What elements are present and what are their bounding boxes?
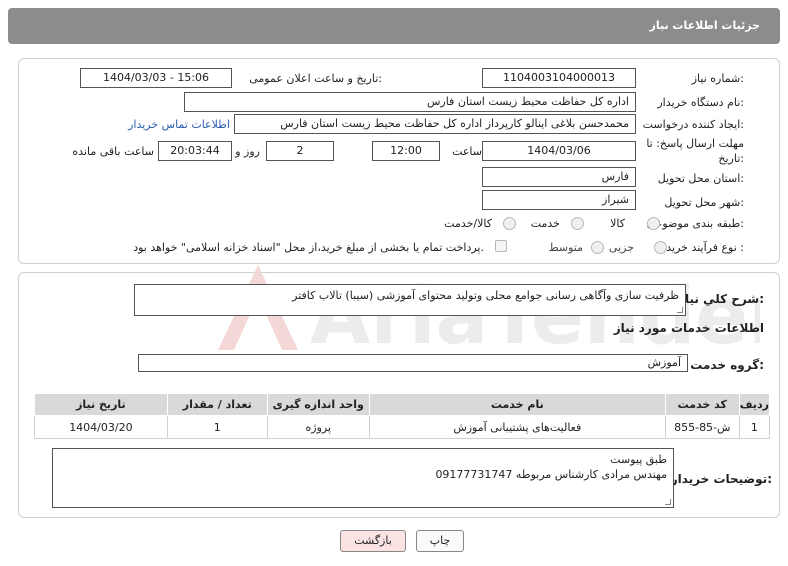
buyer-notes-textarea[interactable]: طبق پیوست 09177731747 مهندس مرادی کارشنا… [52, 448, 674, 508]
service-group-field: آموزش [138, 354, 688, 372]
category-option-goods-service: کالا/خدمت [444, 217, 492, 230]
service-group-label: گروه خدمت: [690, 358, 764, 372]
cell-unit: پروژه [266, 415, 370, 439]
summary-label: شرح کلي نياز: [678, 292, 764, 306]
process-radio-medium[interactable] [591, 241, 604, 254]
city-label: شهر محل تحویل: [664, 196, 744, 209]
treasury-payment-text: پرداخت تمام یا بخشی از مبلغ خرید،از محل … [133, 241, 484, 254]
col-header-name: نام خدمت [368, 393, 666, 416]
remaining-time-field: 20:03:44 [158, 141, 232, 161]
deadline-label: مهلت ارسال پاسخ: تا تاریخ: [646, 137, 744, 165]
table-row: 1 ش-85-855 فعالیت‌های پشتیبانی آموزش پرو… [34, 415, 771, 439]
buyer-notes-label: توضيحات خريدار: [670, 472, 772, 486]
category-label: طبقه بندی موضوعی: [646, 217, 744, 230]
deadline-time-field: 12:00 [372, 141, 440, 161]
contact-info-link[interactable]: اطلاعات تماس خریدار [128, 118, 230, 131]
creator-field: محمدحسن بلاغی اینالو کارپرداز اداره کل ح… [234, 114, 636, 134]
services-table: ردیف کد خدمت نام خدمت واحد اندازه گیری ت… [34, 393, 771, 439]
buyer-notes-line-2: 09177731747 مهندس مرادی کارشناس مربوطه [435, 468, 667, 481]
cell-code: ش-85-855 [664, 415, 740, 439]
cell-qty: 1 [166, 415, 268, 439]
process-option-medium: متوسط [548, 241, 583, 254]
deadline-time-label: ساعت [452, 145, 482, 158]
deadline-date-field: 1404/03/06 [482, 141, 636, 161]
col-header-qty: تعداد / مقدار [166, 393, 268, 416]
process-option-minor: جزیی [608, 241, 634, 254]
buyer-org-label: نام دستگاه خریدار: [657, 96, 744, 109]
city-field: شیراز [482, 190, 636, 210]
remaining-days-field: 2 [266, 141, 334, 161]
announce-datetime-field: 1404/03/03 - 15:06 [80, 68, 232, 88]
cell-date: 1404/03/20 [34, 415, 168, 439]
province-label: استان محل تحویل: [657, 172, 744, 185]
process-label: نوع فرآیند خرید : [666, 241, 744, 254]
category-radio-service[interactable] [571, 217, 584, 230]
resize-handle-icon[interactable] [677, 307, 683, 313]
process-radio-minor[interactable] [654, 241, 667, 254]
print-button[interactable]: چاپ [416, 530, 464, 552]
services-section-title: اطلاعات خدمات مورد نياز [613, 321, 764, 335]
col-header-index: ردیف [738, 393, 771, 416]
summary-textarea[interactable]: ظرفیت سازی وآگاهی رسانی جوامع محلی وتولی… [134, 284, 686, 316]
days-label: روز و [235, 145, 260, 158]
col-header-unit: واحد اندازه گیری [266, 393, 370, 416]
need-number-label: شماره نیاز: [691, 72, 744, 85]
buyer-notes-line-1: طبق پیوست [610, 453, 667, 466]
category-radio-goods[interactable] [647, 217, 660, 230]
announce-label: تاریخ و ساعت اعلان عمومی: [249, 72, 382, 85]
creator-label: ایجاد کننده درخواست: [642, 118, 744, 131]
category-radio-goods-service[interactable] [503, 217, 516, 230]
table-header-row: ردیف کد خدمت نام خدمت واحد اندازه گیری ت… [34, 393, 771, 416]
buyer-org-field: اداره کل حفاظت محیط زیست استان فارس [184, 92, 636, 112]
page-title: جزئیات اطلاعات نیاز [649, 19, 761, 32]
cell-index: 1 [738, 415, 771, 439]
province-field: فارس [482, 167, 636, 187]
resize-handle-icon[interactable] [665, 499, 671, 505]
category-option-service: خدمت [530, 217, 560, 230]
summary-text: ظرفیت سازی وآگاهی رسانی جوامع محلی وتولی… [292, 289, 679, 302]
cell-name: فعالیت‌های پشتیبانی آموزش [368, 415, 666, 439]
treasury-payment-checkbox[interactable] [495, 240, 507, 252]
col-header-code: کد خدمت [664, 393, 740, 416]
col-header-date: تاریخ نیاز [34, 393, 168, 416]
remaining-label: ساعت باقی مانده [72, 145, 154, 158]
need-number-field: 1104003104000013 [482, 68, 636, 88]
back-button[interactable]: بازگشت [340, 530, 406, 552]
category-option-goods: کالا [610, 217, 625, 230]
page-header: جزئیات اطلاعات نیاز [8, 8, 780, 44]
